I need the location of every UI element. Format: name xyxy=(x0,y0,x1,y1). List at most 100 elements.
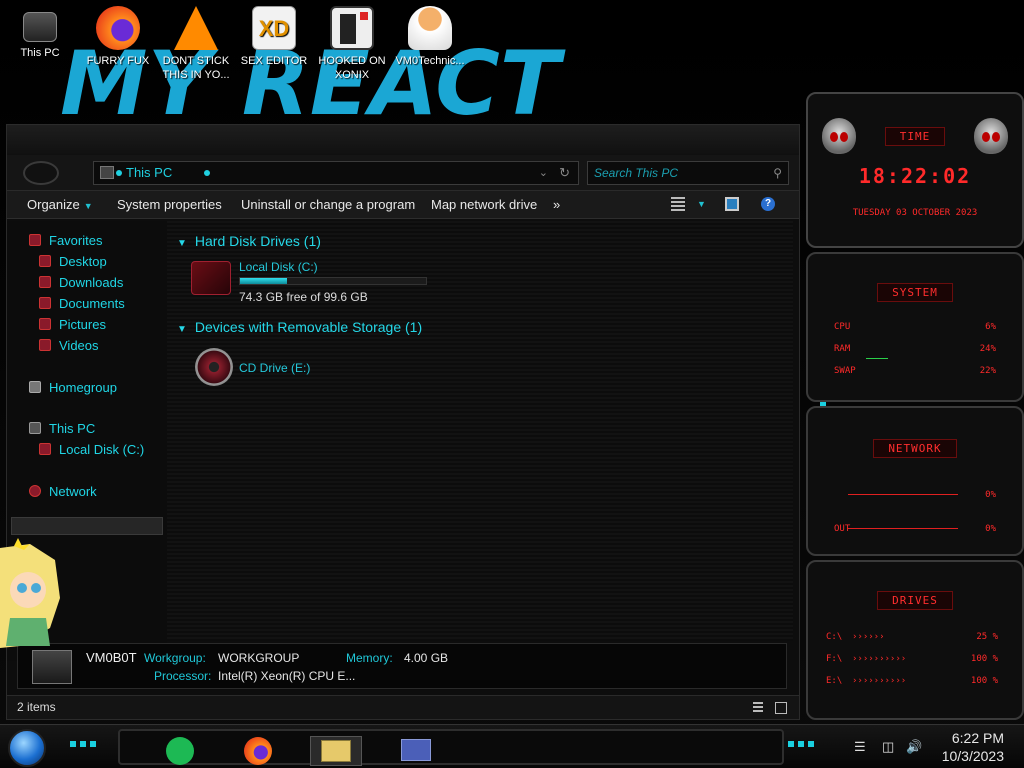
cpu-label: CPU xyxy=(834,322,851,332)
time-gadget[interactable]: TIME 18:22:02 TUESDAY 03 OCTOBER 2023 xyxy=(806,92,1024,248)
desktop-icon-label: SEX EDITOR xyxy=(240,55,308,67)
desktop-icon-user[interactable]: VM0Technic... xyxy=(390,6,470,68)
taskbar: ☰ ◫ 🔊 6:22 PM 10/3/2023 xyxy=(0,724,1024,768)
breadcrumb-separator-icon[interactable] xyxy=(204,170,210,176)
chevron-down-icon[interactable]: ⌄ xyxy=(539,162,548,184)
control-panel-icon[interactable] xyxy=(390,736,442,766)
file-explorer-icon[interactable] xyxy=(310,736,362,766)
nav-local-disk[interactable]: Local Disk (C:) xyxy=(39,440,144,460)
nav-label: Downloads xyxy=(59,275,124,290)
back-forward-emblem-icon[interactable] xyxy=(23,161,59,185)
documents-folder-icon xyxy=(39,297,51,309)
nav-network[interactable]: Network xyxy=(29,482,97,502)
more-commands-button[interactable]: » xyxy=(553,197,560,212)
nav-homegroup[interactable]: Homegroup xyxy=(29,378,117,398)
taskbar-apps-frame xyxy=(118,729,784,766)
desktop-icon-firefox[interactable]: FURRY FUX xyxy=(78,6,158,68)
caret-down-icon: ▼ xyxy=(83,201,93,211)
system-properties-button[interactable]: System properties xyxy=(117,197,222,212)
drive-row-bar: ›››››››››› xyxy=(852,676,907,686)
computer-icon xyxy=(100,166,114,179)
desktop-icon-vlc[interactable]: DONT STICK THIS IN YO... xyxy=(156,6,236,82)
drive-row-label: E:\ xyxy=(826,676,843,686)
drive-row-value: 25 % xyxy=(976,632,998,642)
search-icon[interactable]: ⚲ xyxy=(773,162,782,184)
item-count: 2 items xyxy=(17,700,56,714)
drive-icon xyxy=(39,443,51,455)
nav-documents[interactable]: Documents xyxy=(39,294,125,314)
time-header: TIME xyxy=(884,127,946,146)
nav-this-pc[interactable]: This PC xyxy=(29,419,95,439)
change-view-icon[interactable] xyxy=(671,197,685,211)
explorer-window: This PC ⌄ ↻ Search This PC ⚲ Organize ▼ S… xyxy=(6,124,800,720)
computer-icon xyxy=(32,650,72,684)
search-placeholder: Search This PC xyxy=(594,166,679,180)
drive-row-label: F:\ xyxy=(826,654,843,664)
swap-value: 22% xyxy=(979,366,996,376)
hard-drive-icon xyxy=(191,261,231,295)
network-header: NETWORK xyxy=(873,439,957,458)
desktop-icon-hxd[interactable]: XD SEX EDITOR xyxy=(234,6,314,68)
preview-pane-icon[interactable] xyxy=(725,197,739,211)
network-gadget[interactable]: NETWORK 0% OUT 0% xyxy=(806,406,1024,556)
nav-label: Network xyxy=(49,484,97,499)
large-icons-view-icon[interactable] xyxy=(775,702,787,714)
nav-label: Favorites xyxy=(49,233,103,248)
window-titlebar[interactable] xyxy=(7,125,799,157)
gadget-clock: 18:22:02 xyxy=(858,164,972,188)
address-bar[interactable]: This PC ⌄ ↻ xyxy=(93,161,579,185)
help-icon[interactable]: ? xyxy=(761,197,775,211)
group-header-hard-disk[interactable]: ▼ Hard Disk Drives (1) xyxy=(177,233,321,249)
taskbar-clock[interactable]: 6:22 PM 10/3/2023 xyxy=(942,729,1004,765)
network-in-graph xyxy=(848,494,958,495)
pictures-folder-icon xyxy=(39,318,51,330)
nav-label: This PC xyxy=(49,421,96,436)
network-out-graph xyxy=(848,528,958,529)
start-button[interactable] xyxy=(8,729,46,767)
organize-button[interactable]: Organize ▼ xyxy=(27,197,93,212)
collapse-chevron-icon: ▼ xyxy=(177,324,187,335)
nav-downloads[interactable]: Downloads xyxy=(39,273,123,293)
desktop-icon-label: HOOKED ON XONIX xyxy=(318,55,386,81)
system-gadget[interactable]: SYSTEM CPU 6% RAM 24% SWAP 22% xyxy=(806,252,1024,402)
firefox-icon[interactable] xyxy=(240,736,276,766)
ram-usage-bar xyxy=(866,358,888,359)
desktop-icon-this-pc[interactable]: This PC xyxy=(0,6,80,60)
breadcrumb-separator-icon xyxy=(116,170,122,176)
volume-icon[interactable]: 🔊 xyxy=(906,739,922,755)
nav-selection-highlight xyxy=(11,517,163,535)
nav-favorites[interactable]: Favorites xyxy=(29,231,102,251)
taskbar-decoration xyxy=(70,741,100,747)
nav-label: Homegroup xyxy=(49,380,117,395)
view-options-caret-icon[interactable]: ▼ xyxy=(697,199,706,209)
group-label: Hard Disk Drives (1) xyxy=(194,233,321,249)
show-hidden-icons-icon[interactable]: ☰ xyxy=(854,739,866,755)
group-header-removable[interactable]: ▼ Devices with Removable Storage (1) xyxy=(177,319,422,335)
group-label: Devices with Removable Storage (1) xyxy=(194,319,423,335)
refresh-icon[interactable]: ↻ xyxy=(559,162,570,184)
ram-value: 24% xyxy=(979,344,996,354)
workgroup-value: WORKGROUP xyxy=(218,651,300,665)
vlc-icon xyxy=(174,6,218,50)
nav-pictures[interactable]: Pictures xyxy=(39,315,106,335)
nav-label: Pictures xyxy=(59,317,106,332)
drive-name: CD Drive (E:) xyxy=(239,361,311,375)
nav-desktop[interactable]: Desktop xyxy=(39,252,107,272)
desktop-icon-xonix[interactable]: HOOKED ON XONIX xyxy=(312,6,392,82)
map-network-drive-button[interactable]: Map network drive xyxy=(431,197,537,212)
desktop-icon-label: FURRY FUX xyxy=(86,55,150,67)
network-out-label: OUT xyxy=(834,524,851,534)
firefox-icon xyxy=(96,6,140,50)
nav-label: Documents xyxy=(59,296,125,311)
drives-gadget[interactable]: DRIVES C:\ ›››››› 25 % F:\ ›››››››››› 10… xyxy=(806,560,1024,720)
network-tray-icon[interactable]: ◫ xyxy=(882,739,894,755)
spotify-icon[interactable] xyxy=(162,736,198,766)
uninstall-program-button[interactable]: Uninstall or change a program xyxy=(241,197,415,212)
desktop: MY REACT This PC FURRY FUX DONT STICK TH… xyxy=(0,0,1024,768)
content-area: ▼ Hard Disk Drives (1) Local Disk (C:) 74… xyxy=(167,221,793,641)
clock-date: 10/3/2023 xyxy=(941,748,1004,764)
search-input[interactable]: Search This PC ⚲ xyxy=(587,161,789,185)
drive-row-bar: ›››››››››› xyxy=(852,654,907,664)
nav-videos[interactable]: Videos xyxy=(39,336,99,356)
details-view-icon[interactable] xyxy=(753,702,763,714)
